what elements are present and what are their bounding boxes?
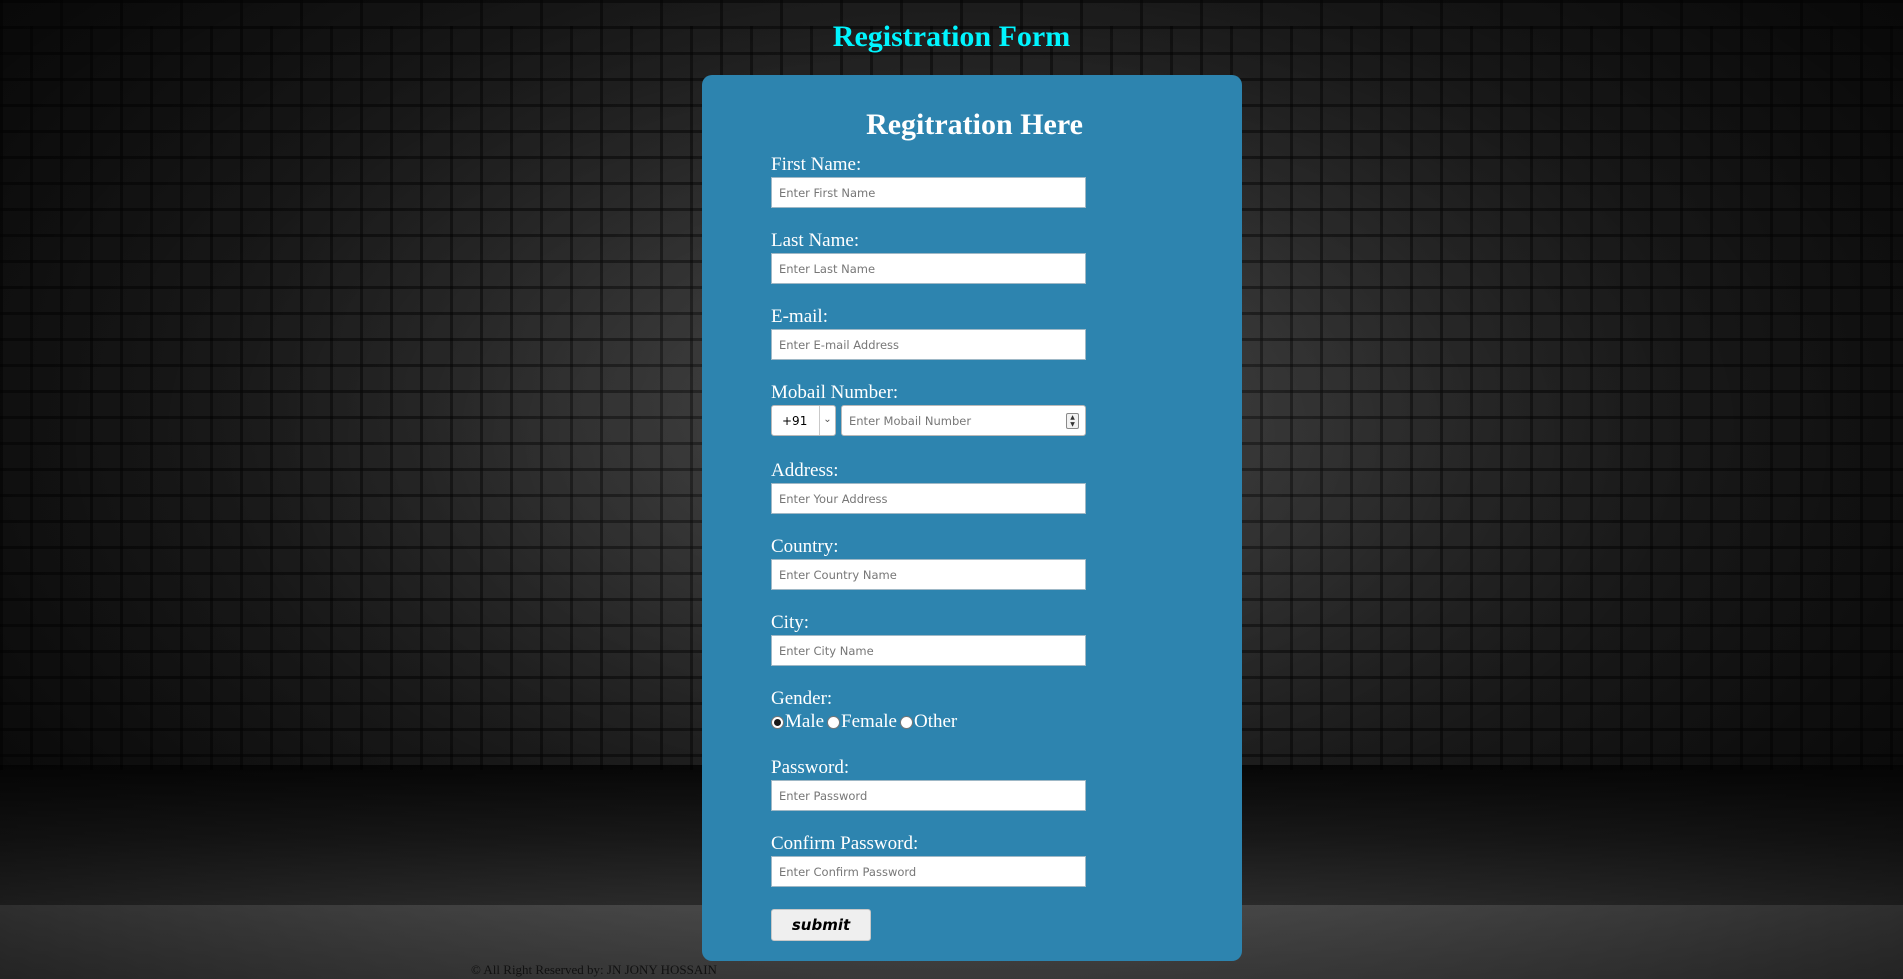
email-label: E-mail:	[771, 306, 828, 327]
address-field: Address:	[771, 461, 1086, 514]
footer-copyright: © All Right Reserved by: JN JONY HOSSAIN	[471, 962, 717, 977]
country-code-value: +91	[782, 414, 808, 428]
last-name-input[interactable]	[771, 253, 1086, 284]
mobile-number-placeholder: Enter Mobail Number	[849, 414, 972, 428]
submit-button[interactable]: submit	[771, 909, 871, 941]
mobile-number-field: Mobail Number: +91 ⌄ Enter Mobail Number…	[771, 383, 1086, 436]
address-label: Address:	[771, 460, 839, 481]
first-name-field: First Name:	[771, 155, 1086, 208]
address-input[interactable]	[771, 483, 1086, 514]
number-spinner-icon[interactable]: ▲ ▼	[1066, 413, 1079, 429]
email-input[interactable]	[771, 329, 1086, 360]
password-label: Password:	[771, 757, 850, 778]
gender-label: Gender:	[771, 688, 833, 709]
confirm-password-field: Confirm Password:	[771, 834, 1086, 887]
last-name-field: Last Name:	[771, 231, 1086, 284]
country-field: Country:	[771, 537, 1086, 590]
city-input[interactable]	[771, 635, 1086, 666]
phone-row: +91 ⌄ Enter Mobail Number ▲ ▼	[771, 405, 1086, 436]
first-name-input[interactable]	[771, 177, 1086, 208]
chevron-down-icon: ⌄	[819, 406, 835, 435]
last-name-label: Last Name:	[771, 230, 860, 251]
gender-radio-male[interactable]	[771, 715, 784, 729]
confirm-password-input[interactable]	[771, 856, 1086, 887]
gender-option-male-label: Male	[785, 711, 825, 732]
confirm-password-label: Confirm Password:	[771, 833, 919, 854]
city-label: City:	[771, 612, 810, 633]
gender-radio-other[interactable]	[899, 715, 913, 729]
country-input[interactable]	[771, 559, 1086, 590]
mobile-number-label: Mobail Number:	[771, 382, 899, 403]
password-input[interactable]	[771, 780, 1086, 811]
country-label: Country:	[771, 536, 839, 557]
gender-option-female-label: Female	[841, 711, 897, 732]
gender-field: Gender: Male Female Other	[771, 689, 1086, 734]
email-field: E-mail:	[771, 307, 1086, 360]
gender-option-other-label: Other	[913, 711, 958, 732]
gender-options: Male Female Other	[771, 710, 1086, 734]
registration-card: Regitration Here First Name: Last Name: …	[702, 75, 1242, 961]
city-field: City:	[771, 613, 1086, 666]
gender-radio-female[interactable]	[827, 715, 841, 729]
form-heading: Regitration Here	[866, 108, 1083, 141]
country-code-select[interactable]: +91 ⌄	[771, 405, 836, 436]
mobile-number-input[interactable]: Enter Mobail Number ▲ ▼	[841, 405, 1086, 436]
password-field: Password:	[771, 758, 1086, 811]
page-title: Registration Form	[832, 20, 1071, 53]
first-name-label: First Name:	[771, 154, 862, 175]
